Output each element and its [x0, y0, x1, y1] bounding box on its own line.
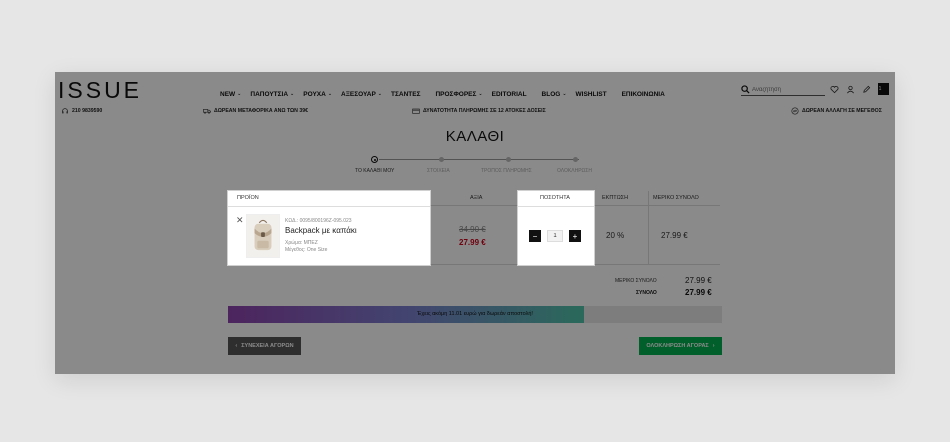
product-name[interactable]: Backpack με καπάκι	[285, 226, 357, 235]
dim-overlay	[55, 72, 895, 374]
header-product: ΠΡΟΪΟΝ	[237, 195, 259, 201]
product-code: ΚΩΔ.: 0095/800196Z-095.023	[285, 218, 352, 224]
product-thumbnail[interactable]	[246, 214, 280, 258]
header-divider	[228, 206, 430, 207]
quantity-input[interactable]	[547, 230, 563, 242]
backpack-image	[254, 219, 272, 251]
product-color: Χρώμα: ΜΠΕΖ	[285, 240, 318, 246]
quantity-highlight: ΠΟΣΟΤΗΤΑ − +	[518, 191, 594, 265]
product-size: Μέγεθος: One Size	[285, 247, 328, 253]
remove-item-icon[interactable]: ✕	[236, 215, 244, 226]
quantity-decrease-button[interactable]: −	[529, 230, 541, 242]
product-highlight: ΠΡΟΪΟΝ ✕ ΚΩΔ.: 0095/800196Z-095.023 Back…	[228, 191, 430, 265]
header-quantity: ΠΟΣΟΤΗΤΑ	[540, 195, 570, 201]
header-divider	[518, 206, 594, 207]
browser-viewport: ISSUE NEW ⌄ ΠΑΠΟΥΤΣΙΑ ⌄ ΡΟΥΧΑ ⌄ ΑΞΕΣΟΥΑΡ ⌄ Τ…	[55, 72, 895, 374]
quantity-increase-button[interactable]: +	[569, 230, 581, 242]
